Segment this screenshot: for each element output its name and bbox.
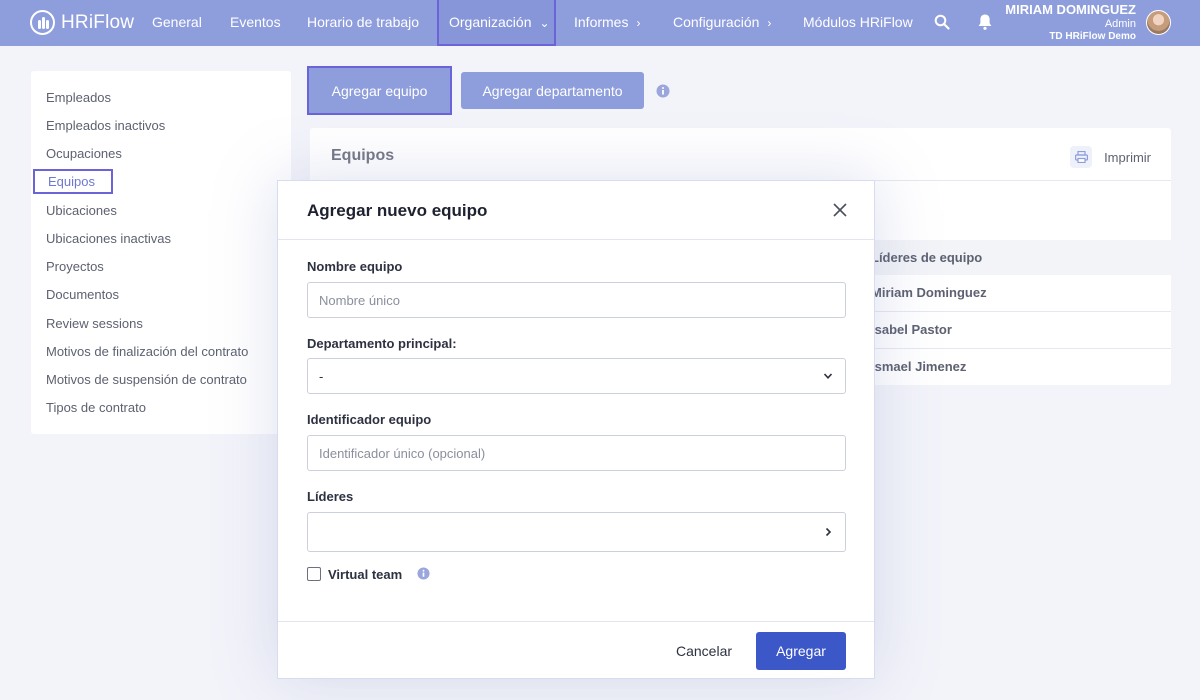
- team-id-placeholder: Identificador único (opcional): [319, 445, 486, 461]
- sidebar-item-tipos-contrato[interactable]: Tipos de contrato: [46, 400, 146, 415]
- nav-informes[interactable]: Informes ›: [574, 0, 640, 46]
- print-label: Imprimir: [1104, 149, 1151, 165]
- submit-button[interactable]: Agregar: [756, 632, 846, 670]
- nav-eventos[interactable]: Eventos: [230, 0, 281, 46]
- sidebar-item-documentos[interactable]: Documentos: [46, 287, 119, 302]
- sidebar-item-ocupaciones[interactable]: Ocupaciones: [46, 146, 122, 161]
- team-name-input[interactable]: Nombre único: [307, 282, 846, 318]
- chevron-down-icon: [823, 373, 833, 379]
- add-team-modal: Agregar nuevo equipo Nombre equipo Nombr…: [277, 180, 875, 679]
- nav-configuracion-label: Configuración: [673, 14, 760, 30]
- leaders-label: Líderes: [307, 489, 354, 504]
- department-label: Departamento principal:: [307, 336, 457, 351]
- sidebar-item-equipos[interactable]: Equipos: [33, 169, 113, 194]
- divider: [278, 239, 874, 240]
- modal-title: Agregar nuevo equipo: [307, 201, 488, 220]
- table-row[interactable]: Ismael Jimenez: [871, 359, 966, 374]
- top-navigation-bar: HRiFlow General Eventos Horario de traba…: [0, 0, 1200, 46]
- team-name-placeholder: Nombre único: [319, 292, 400, 308]
- info-icon[interactable]: [417, 567, 430, 580]
- user-name: MIRIAM DOMINGUEZ: [1005, 2, 1136, 17]
- chevron-down-icon: ⌄: [539, 16, 550, 30]
- sidebar-item-proyectos[interactable]: Proyectos: [46, 259, 104, 274]
- sidebar-item-ubicaciones[interactable]: Ubicaciones: [46, 203, 117, 218]
- chevron-right-icon: [825, 527, 832, 537]
- nav-informes-label: Informes: [574, 14, 629, 30]
- nav-organizacion-label: Organización: [449, 14, 532, 30]
- team-id-label: Identificador equipo: [307, 412, 432, 427]
- bell-icon[interactable]: [977, 13, 993, 31]
- sidebar-item-review-sessions[interactable]: Review sessions: [46, 316, 143, 331]
- sidebar: Empleados Empleados inactivos Ocupacione…: [31, 71, 291, 434]
- table-row[interactable]: Miriam Dominguez: [871, 285, 987, 300]
- close-icon[interactable]: [832, 202, 848, 218]
- panel-title: Equipos: [331, 147, 395, 164]
- nav-configuracion[interactable]: Configuración ›: [673, 0, 771, 46]
- add-department-button[interactable]: Agregar departamento: [461, 72, 644, 109]
- nav-general[interactable]: General: [152, 0, 202, 46]
- user-role: Admin: [1104, 18, 1136, 30]
- search-icon[interactable]: [934, 14, 950, 30]
- avatar[interactable]: [1146, 10, 1171, 35]
- nav-modulos[interactable]: Módulos HRiFlow: [803, 0, 913, 46]
- nav-organizacion[interactable]: Organización ⌄: [437, 0, 556, 46]
- user-info[interactable]: MIRIAM DOMINGUEZ Admin TD HRiFlow Demo: [1005, 2, 1136, 44]
- user-organization: TD HRiFlow Demo: [1049, 31, 1136, 42]
- leaders-picker[interactable]: [307, 512, 846, 552]
- print-button[interactable]: Imprimir: [1070, 146, 1151, 168]
- sidebar-item-empleados-inactivos[interactable]: Empleados inactivos: [46, 118, 165, 133]
- nav-horario[interactable]: Horario de trabajo: [307, 0, 419, 46]
- table-row[interactable]: Isabel Pastor: [871, 322, 952, 337]
- department-value: -: [319, 368, 324, 384]
- column-header-leaders: Líderes de equipo: [871, 250, 983, 265]
- sidebar-item-motivos-finalizacion[interactable]: Motivos de finalización del contrato: [46, 344, 248, 359]
- team-id-input[interactable]: Identificador único (opcional): [307, 435, 846, 471]
- team-name-label: Nombre equipo: [307, 259, 403, 274]
- virtual-team-checkbox[interactable]: [307, 567, 321, 581]
- cancel-button[interactable]: Cancelar: [676, 643, 732, 659]
- printer-icon: [1070, 146, 1093, 168]
- virtual-team-label[interactable]: Virtual team: [328, 567, 402, 582]
- sidebar-item-motivos-suspension[interactable]: Motivos de suspensión de contrato: [46, 372, 247, 387]
- chevron-right-icon: ›: [636, 16, 641, 30]
- add-team-button[interactable]: Agregar equipo: [307, 66, 452, 115]
- sidebar-item-empleados[interactable]: Empleados: [46, 90, 111, 105]
- chevron-right-icon: ›: [767, 16, 772, 30]
- sidebar-item-ubicaciones-inactivas[interactable]: Ubicaciones inactivas: [46, 231, 171, 246]
- info-icon[interactable]: [656, 84, 670, 98]
- department-select[interactable]: -: [307, 358, 846, 394]
- divider: [278, 621, 874, 622]
